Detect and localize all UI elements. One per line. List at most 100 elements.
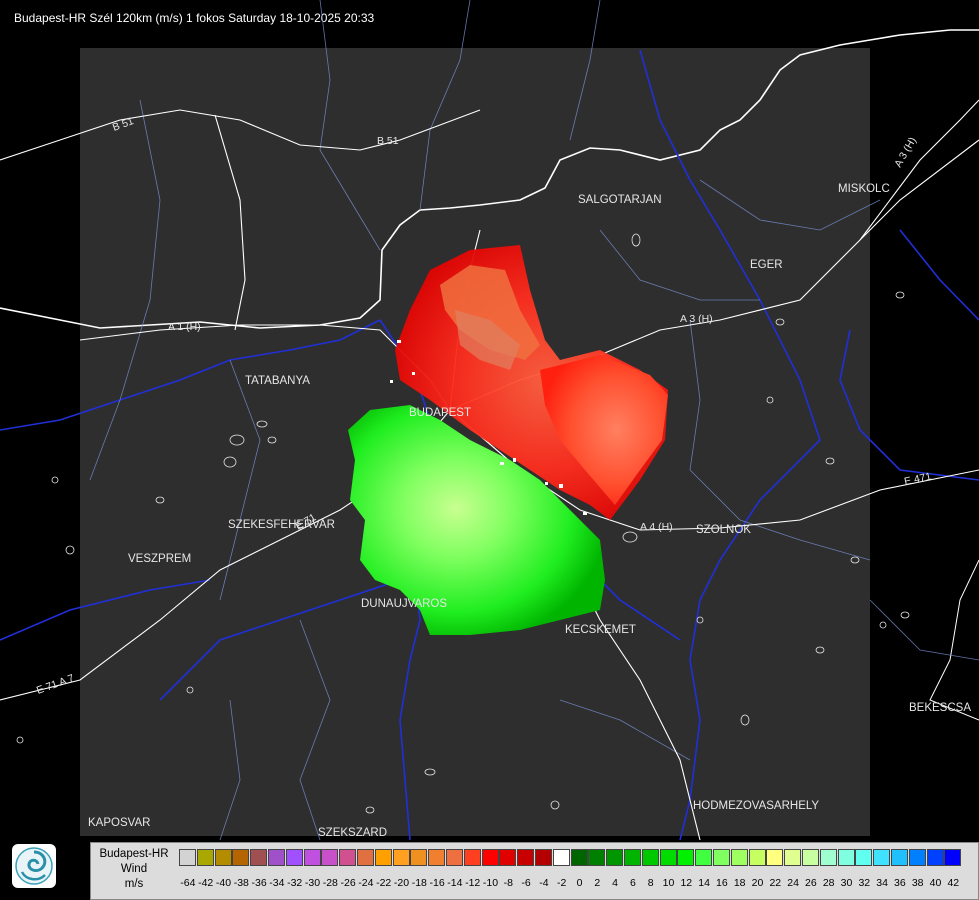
legend-tick-label: -34 (269, 877, 285, 889)
legend-tick-label: -22 (376, 877, 392, 889)
label-salgotarjan: SALGOTARJAN (578, 194, 662, 206)
label-szekszard: SZEKSZARD (318, 827, 387, 839)
label-kecskemet: KECSKEMET (565, 624, 636, 636)
legend-swatch (677, 849, 695, 866)
legend-tick-label: 24 (787, 877, 799, 889)
legend-swatch (339, 849, 357, 866)
legend-tick-label: 30 (840, 877, 853, 889)
legend-swatch (410, 849, 428, 866)
legend-swatch (285, 849, 303, 866)
legend-tick-label: 2 (594, 877, 601, 889)
legend-swatch (179, 849, 196, 866)
legend-tick-label: -12 (465, 877, 481, 889)
legend-tick-label: 20 (751, 877, 764, 889)
radar-map[interactable]: SALGOTARJAN MISKOLC EGER TATABANYA BUDAP… (0, 0, 979, 840)
legend-swatch (784, 849, 802, 866)
legend-swatch (624, 849, 641, 866)
label-road-a3-east: A 3 (H) (892, 135, 919, 169)
swirl-icon (15, 847, 53, 885)
wind-legend: Budapest-HR Wind m/s -64 -42 -40 -38 -36 -34-… (90, 842, 979, 900)
legend-swatch (481, 849, 499, 866)
legend-tick-label: -36 (251, 877, 267, 889)
legend-tick-label: -10 (482, 877, 499, 889)
legend-tick-label: 6 (629, 877, 636, 889)
label-szolnok: SZOLNOK (696, 524, 751, 536)
legend-swatch (303, 849, 321, 866)
legend-tick-label: -42 (198, 877, 214, 889)
legend-tick-label: -26 (340, 877, 356, 889)
legend-swatch (908, 849, 926, 866)
legend-swatch (855, 849, 873, 866)
legend-tick-label: -8 (503, 877, 513, 889)
legend-quantity: Wind (120, 863, 148, 875)
label-bekescsaba: BEKESCSA (909, 702, 971, 714)
legend-radar-name: Budapest-HR (99, 848, 169, 860)
legend-tick-label: 0 (576, 877, 583, 889)
legend-tick-label: -16 (429, 877, 445, 889)
label-road-a3-mid: A 3 (H) (680, 313, 713, 325)
legend-swatch (944, 849, 962, 866)
label-road-a1: A 1 (H) (168, 321, 201, 333)
legend-swatch (552, 849, 570, 866)
legend-tick-label: -4 (539, 877, 549, 889)
legend-swatch (446, 849, 463, 866)
legend-swatch (196, 849, 214, 866)
legend-tick-label: 12 (680, 877, 693, 889)
legend-tick-label: -40 (215, 877, 232, 889)
label-road-e71-south: E 71 A 7 (35, 672, 76, 697)
legend-swatch (535, 849, 552, 866)
legend-swatch (463, 849, 481, 866)
label-miskolc: MISKOLC (838, 183, 890, 195)
legend-swatch (713, 849, 730, 866)
legend-tick-label: -14 (447, 877, 463, 889)
legend-swatch (374, 849, 392, 866)
legend-tick-label: -18 (411, 877, 427, 889)
legend-swatch (392, 849, 410, 866)
legend-tick-label: -32 (287, 877, 303, 889)
legend-tick-label: -30 (304, 877, 321, 889)
legend-tick-label: -20 (393, 877, 410, 889)
label-dunaujvaros: DUNAUJVAROS (361, 598, 447, 610)
legend-tick-label: -64 (180, 877, 196, 889)
legend-tick-label: 4 (612, 877, 619, 889)
legend-swatch (499, 849, 517, 866)
legend-swatch (802, 849, 819, 866)
legend-tick-label: 18 (733, 877, 746, 889)
legend-tick-label: -6 (521, 877, 531, 889)
legend-swatch (250, 849, 268, 866)
legend-tick-label: 16 (716, 877, 728, 889)
legend-swatch (268, 849, 285, 866)
border-east (929, 559, 979, 721)
label-road-b51-north: B 51 (377, 135, 399, 147)
legend-tick-label: 36 (894, 877, 906, 889)
legend-tick-label: 10 (662, 877, 675, 889)
legend-swatch (321, 849, 339, 866)
legend-tick-label: 28 (822, 877, 835, 889)
met-service-logo (12, 844, 56, 888)
label-veszprem: VESZPREM (128, 553, 191, 565)
legend-tick-label: -38 (233, 877, 249, 889)
legend-tick-label: -24 (358, 877, 374, 889)
legend-swatch (819, 849, 837, 866)
label-budapest: BUDAPEST (409, 407, 471, 419)
legend-title: Budapest-HR Wind m/s (91, 847, 177, 892)
legend-swatch (357, 849, 374, 866)
legend-unit: m/s (124, 878, 144, 890)
legend-tick-label: -2 (557, 877, 567, 889)
legend-swatch (517, 849, 535, 866)
legend-swatch (837, 849, 855, 866)
legend-swatch (659, 849, 677, 866)
legend-swatch (873, 849, 891, 866)
legend-swatch (730, 849, 748, 866)
legend-swatch (214, 849, 232, 866)
label-road-a4: A 4 (H) (640, 521, 673, 533)
label-tatabanya: TATABANYA (245, 375, 310, 387)
legend-swatch (766, 849, 784, 866)
legend-swatch (428, 849, 446, 866)
legend-tick-label: 38 (911, 877, 924, 889)
legend-tick-label: 26 (805, 877, 817, 889)
label-hodmezovasarhely: HODMEZOVASARHELY (693, 800, 819, 812)
legend-swatch (232, 849, 250, 866)
legend-tick-label: 14 (698, 877, 710, 889)
label-kaposvar: KAPOSVAR (88, 817, 150, 829)
